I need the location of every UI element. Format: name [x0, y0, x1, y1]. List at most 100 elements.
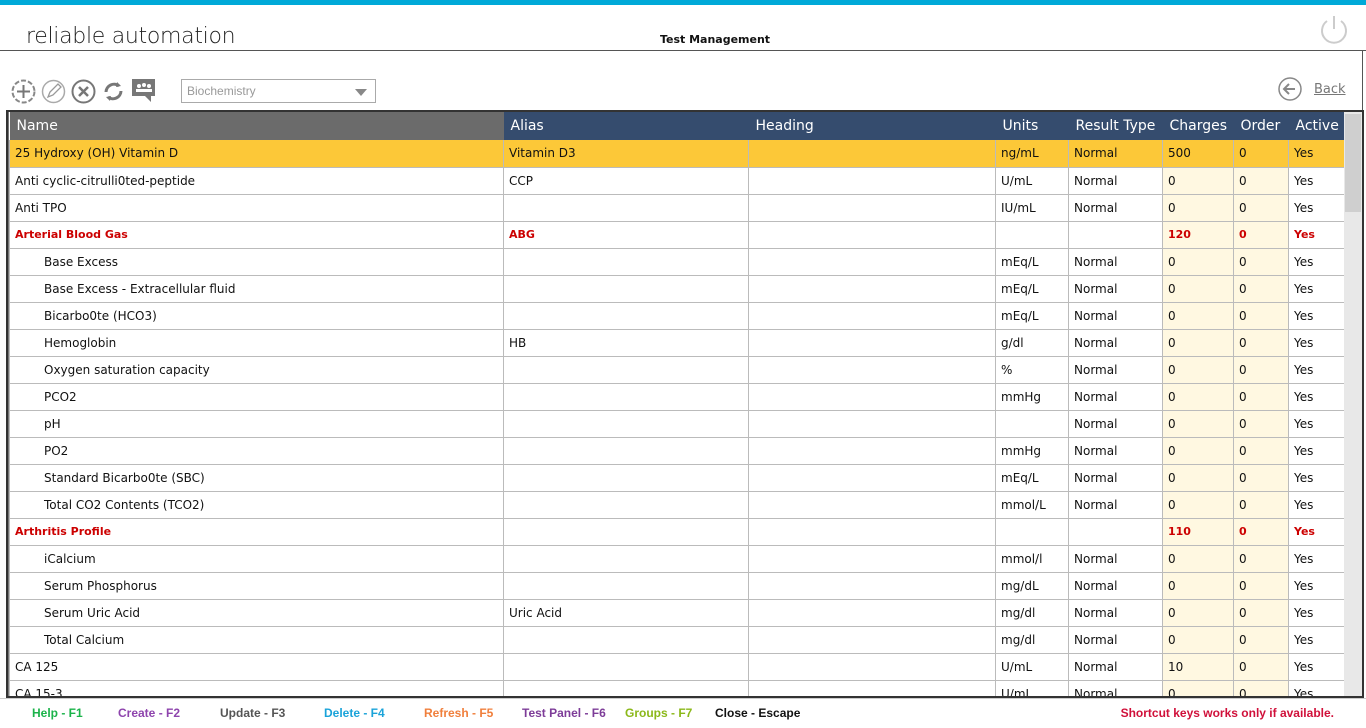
top-accent-bar	[0, 0, 1366, 5]
cell-active: Yes	[1288, 410, 1346, 438]
column-header-charges[interactable]: Charges	[1162, 112, 1234, 140]
shortcut-hint: Close - Escape	[715, 706, 801, 720]
cell-charges: 0	[1162, 356, 1234, 384]
cell-active: Yes	[1288, 194, 1346, 222]
table-header: Name Alias Heading Units Result Type Charges O…	[9, 112, 1346, 140]
column-header-active[interactable]: Active	[1288, 112, 1346, 140]
table-row[interactable]: Total Calcium mg/dl Normal 0 0 Yes	[9, 626, 1346, 654]
cell-name: Standard Bicarbo0te (SBC)	[9, 464, 504, 492]
cell-alias: ABG	[503, 221, 749, 249]
cell-heading	[748, 329, 996, 357]
cell-alias	[503, 194, 749, 222]
column-header-heading[interactable]: Heading	[748, 112, 996, 140]
cell-units: mmol/L	[995, 491, 1069, 519]
cell-name: CA 15-3	[9, 680, 504, 696]
cell-active: Yes	[1288, 356, 1346, 384]
cell-charges: 0	[1162, 329, 1234, 357]
vertical-scrollbar[interactable]	[1344, 112, 1362, 696]
cell-alias	[503, 626, 749, 654]
table-row[interactable]: Anti TPO IU/mL Normal 0 0 Yes	[9, 194, 1346, 222]
cell-alias: Uric Acid	[503, 599, 749, 627]
table-row[interactable]: CA 125 U/mL Normal 10 0 Yes	[9, 653, 1346, 681]
shortcut-hint: Refresh - F5	[424, 706, 494, 720]
cell-name: Base Excess	[9, 248, 504, 276]
cell-alias	[503, 518, 749, 546]
cell-order: 0	[1233, 356, 1289, 384]
column-header-alias[interactable]: Alias	[503, 112, 749, 140]
cell-name: Serum Uric Acid	[9, 599, 504, 627]
cell-type: Normal	[1068, 437, 1163, 465]
cell-charges: 0	[1162, 491, 1234, 519]
column-header-units[interactable]: Units	[995, 112, 1069, 140]
edit-icon[interactable]	[41, 79, 66, 104]
cell-alias	[503, 356, 749, 384]
cell-alias	[503, 491, 749, 519]
power-icon[interactable]	[1318, 14, 1350, 46]
column-header-result-type[interactable]: Result Type	[1068, 112, 1163, 140]
scrollbar-thumb[interactable]	[1345, 114, 1361, 212]
cell-name: Bicarbo0te (HCO3)	[9, 302, 504, 330]
cell-charges: 0	[1162, 275, 1234, 303]
table-row[interactable]: Hemoglobin HB g/dl Normal 0 0 Yes	[9, 329, 1346, 357]
table-row[interactable]: Anti cyclic-citrulli0ted-peptide CCP U/mL N…	[9, 167, 1346, 195]
table-row[interactable]: Standard Bicarbo0te (SBC) mEq/L Normal 0 0 Ye…	[9, 464, 1346, 492]
table-row[interactable]: PCO2 mmHg Normal 0 0 Yes	[9, 383, 1346, 411]
cell-type: Normal	[1068, 410, 1163, 438]
cell-units: ng/mL	[995, 140, 1069, 168]
table-row[interactable]: 25 Hydroxy (OH) Vitamin D Vitamin D3 ng/mL…	[9, 140, 1346, 168]
cell-type: Normal	[1068, 464, 1163, 492]
cell-heading	[748, 356, 996, 384]
table-row[interactable]: PO2 mmHg Normal 0 0 Yes	[9, 437, 1346, 465]
cell-active: Yes	[1288, 302, 1346, 330]
cell-alias	[503, 653, 749, 681]
cell-name: Arterial Blood Gas	[9, 221, 504, 249]
cell-order: 0	[1233, 572, 1289, 600]
cell-order: 0	[1233, 464, 1289, 492]
table-row[interactable]: Serum Uric Acid Uric Acid mg/dl Normal 0 0 Yes	[9, 599, 1346, 627]
cell-order: 0	[1233, 545, 1289, 573]
cell-heading	[748, 572, 996, 600]
table-row[interactable]: Oxygen saturation capacity% Normal 0 0 Yes	[9, 356, 1346, 384]
table-row[interactable]: iCalcium mmol/l Normal 0 0 Yes	[9, 545, 1346, 573]
table-row[interactable]: pH Normal 0 0 Yes	[9, 410, 1346, 438]
shortcut-bar: Help - F1 Create - F2 Update - F3 Delete - …	[0, 698, 1366, 728]
column-header-name[interactable]: Name	[9, 112, 504, 140]
cell-charges: 0	[1162, 302, 1234, 330]
table-row[interactable]: Total CO2 Contents (TCO2) mmol/L Normal 0 0 Y…	[9, 491, 1346, 519]
column-header-order[interactable]: Order	[1233, 112, 1289, 140]
chevron-down-icon	[355, 89, 367, 96]
cell-type: Normal	[1068, 356, 1163, 384]
table-row[interactable]: Arterial Blood Gas ABG 120 0 Yes	[9, 221, 1346, 249]
cell-heading	[748, 248, 996, 276]
cell-type: Normal	[1068, 140, 1163, 168]
table-row[interactable]: Base Excess - Extracellular fluid mEq/L No…	[9, 275, 1346, 303]
groups-icon[interactable]	[131, 78, 156, 103]
add-icon[interactable]	[11, 79, 36, 104]
cell-charges: 0	[1162, 572, 1234, 600]
cell-units: mg/dl	[995, 626, 1069, 654]
table-row[interactable]: Serum Phosphorus mg/dL Normal 0 0 Yes	[9, 572, 1346, 600]
cell-heading	[748, 518, 996, 546]
back-button[interactable]: Back	[1278, 77, 1346, 101]
cell-charges: 0	[1162, 410, 1234, 438]
delete-icon[interactable]	[71, 79, 96, 104]
shortcut-hint: Create - F2	[118, 706, 181, 720]
cell-type: Normal	[1068, 248, 1163, 276]
table-row[interactable]: Bicarbo0te (HCO3) mEq/L Normal 0 0 Yes	[9, 302, 1346, 330]
cell-active: Yes	[1288, 680, 1346, 696]
refresh-icon[interactable]	[101, 79, 126, 104]
cell-name: PO2	[9, 437, 504, 465]
shortcut-hint: Groups - F7	[625, 706, 693, 720]
cell-name: pH	[9, 410, 504, 438]
cell-alias	[503, 545, 749, 573]
table-row[interactable]: Arthritis Profile 110 0 Yes	[9, 518, 1346, 546]
cell-order: 0	[1233, 383, 1289, 411]
cell-name: CA 125	[9, 653, 504, 681]
table-row[interactable]: CA 15-3 U/mL Normal 0 0 Yes	[9, 680, 1346, 696]
department-dropdown[interactable]: Biochemistry	[181, 79, 376, 103]
cell-name: iCalcium	[9, 545, 504, 573]
cell-units: mmHg	[995, 437, 1069, 465]
table-row[interactable]: Base Excess mEq/L Normal 0 0 Yes	[9, 248, 1346, 276]
cell-units: mg/dl	[995, 599, 1069, 627]
shortcut-hint: Test Panel - F6	[522, 706, 606, 720]
